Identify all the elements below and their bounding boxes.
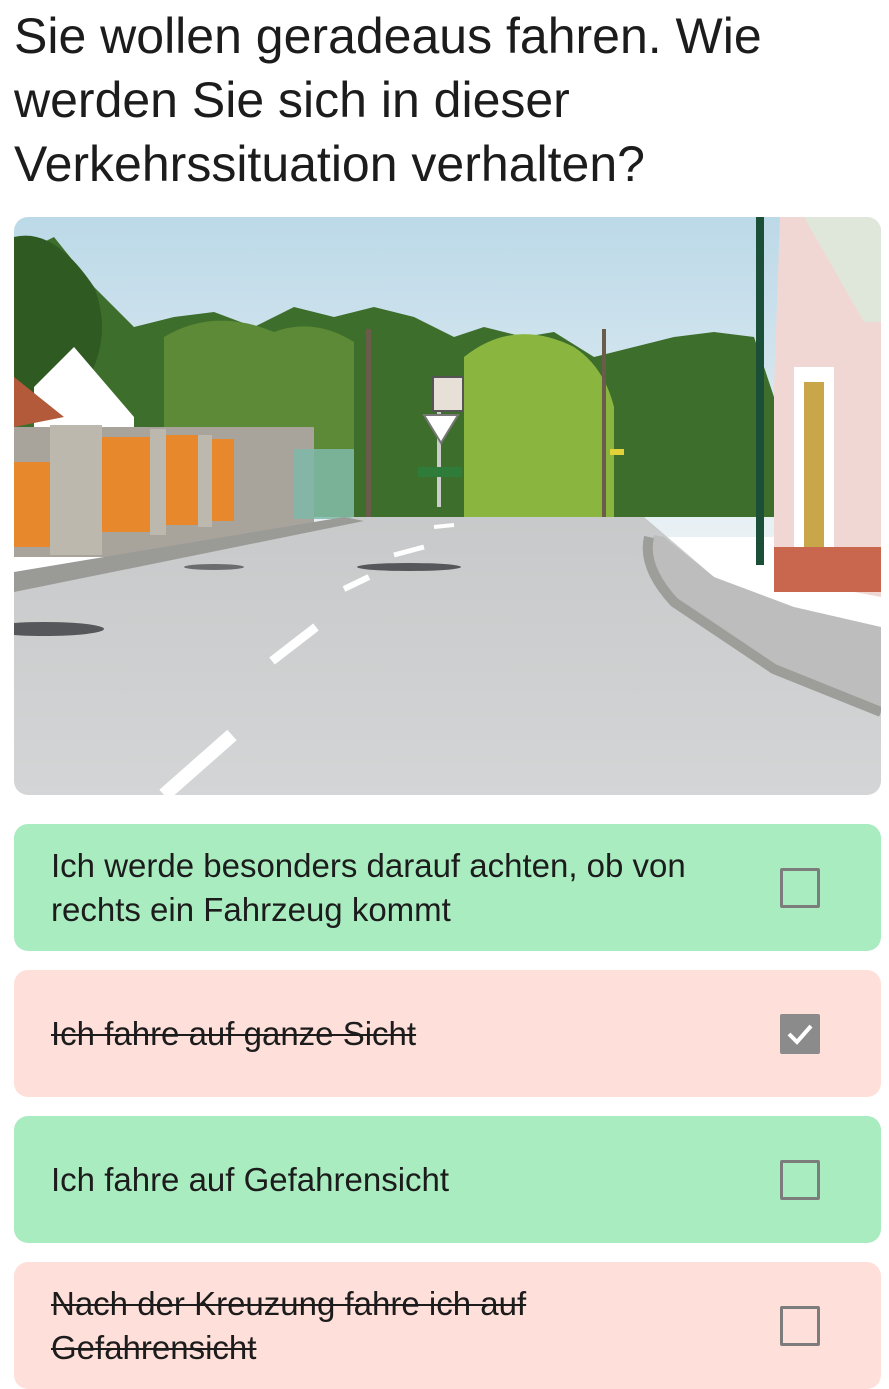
answer-option-1[interactable]: Ich werde besonders darauf achten, ob vo… (14, 824, 881, 951)
answer-option-2[interactable]: Ich fahre auf ganze Sicht (14, 970, 881, 1097)
answer-option-4[interactable]: Nach der Kreuzung fahre ich auf Gefahren… (14, 1262, 881, 1389)
checkbox-unchecked[interactable] (780, 1159, 820, 1200)
checkmark-icon (787, 1024, 813, 1045)
checkbox-unchecked[interactable] (780, 1305, 820, 1346)
question-text: Sie wollen geradeaus fahren. Wie werden … (14, 8, 762, 192)
answer-option-3[interactable]: Ich fahre auf Gefahrensicht (14, 1116, 881, 1243)
question-image (14, 217, 881, 795)
answer-text: Ich werde besonders darauf achten, ob vo… (51, 846, 686, 928)
answer-text: Ich fahre auf Gefahrensicht (51, 1160, 450, 1198)
answer-text: Nach der Kreuzung fahre ich auf Gefahren… (51, 1284, 527, 1366)
checkbox-unchecked[interactable] (780, 867, 820, 908)
answer-text: Ich fahre auf ganze Sicht (51, 1014, 417, 1052)
checkbox-checked[interactable] (780, 1013, 820, 1054)
